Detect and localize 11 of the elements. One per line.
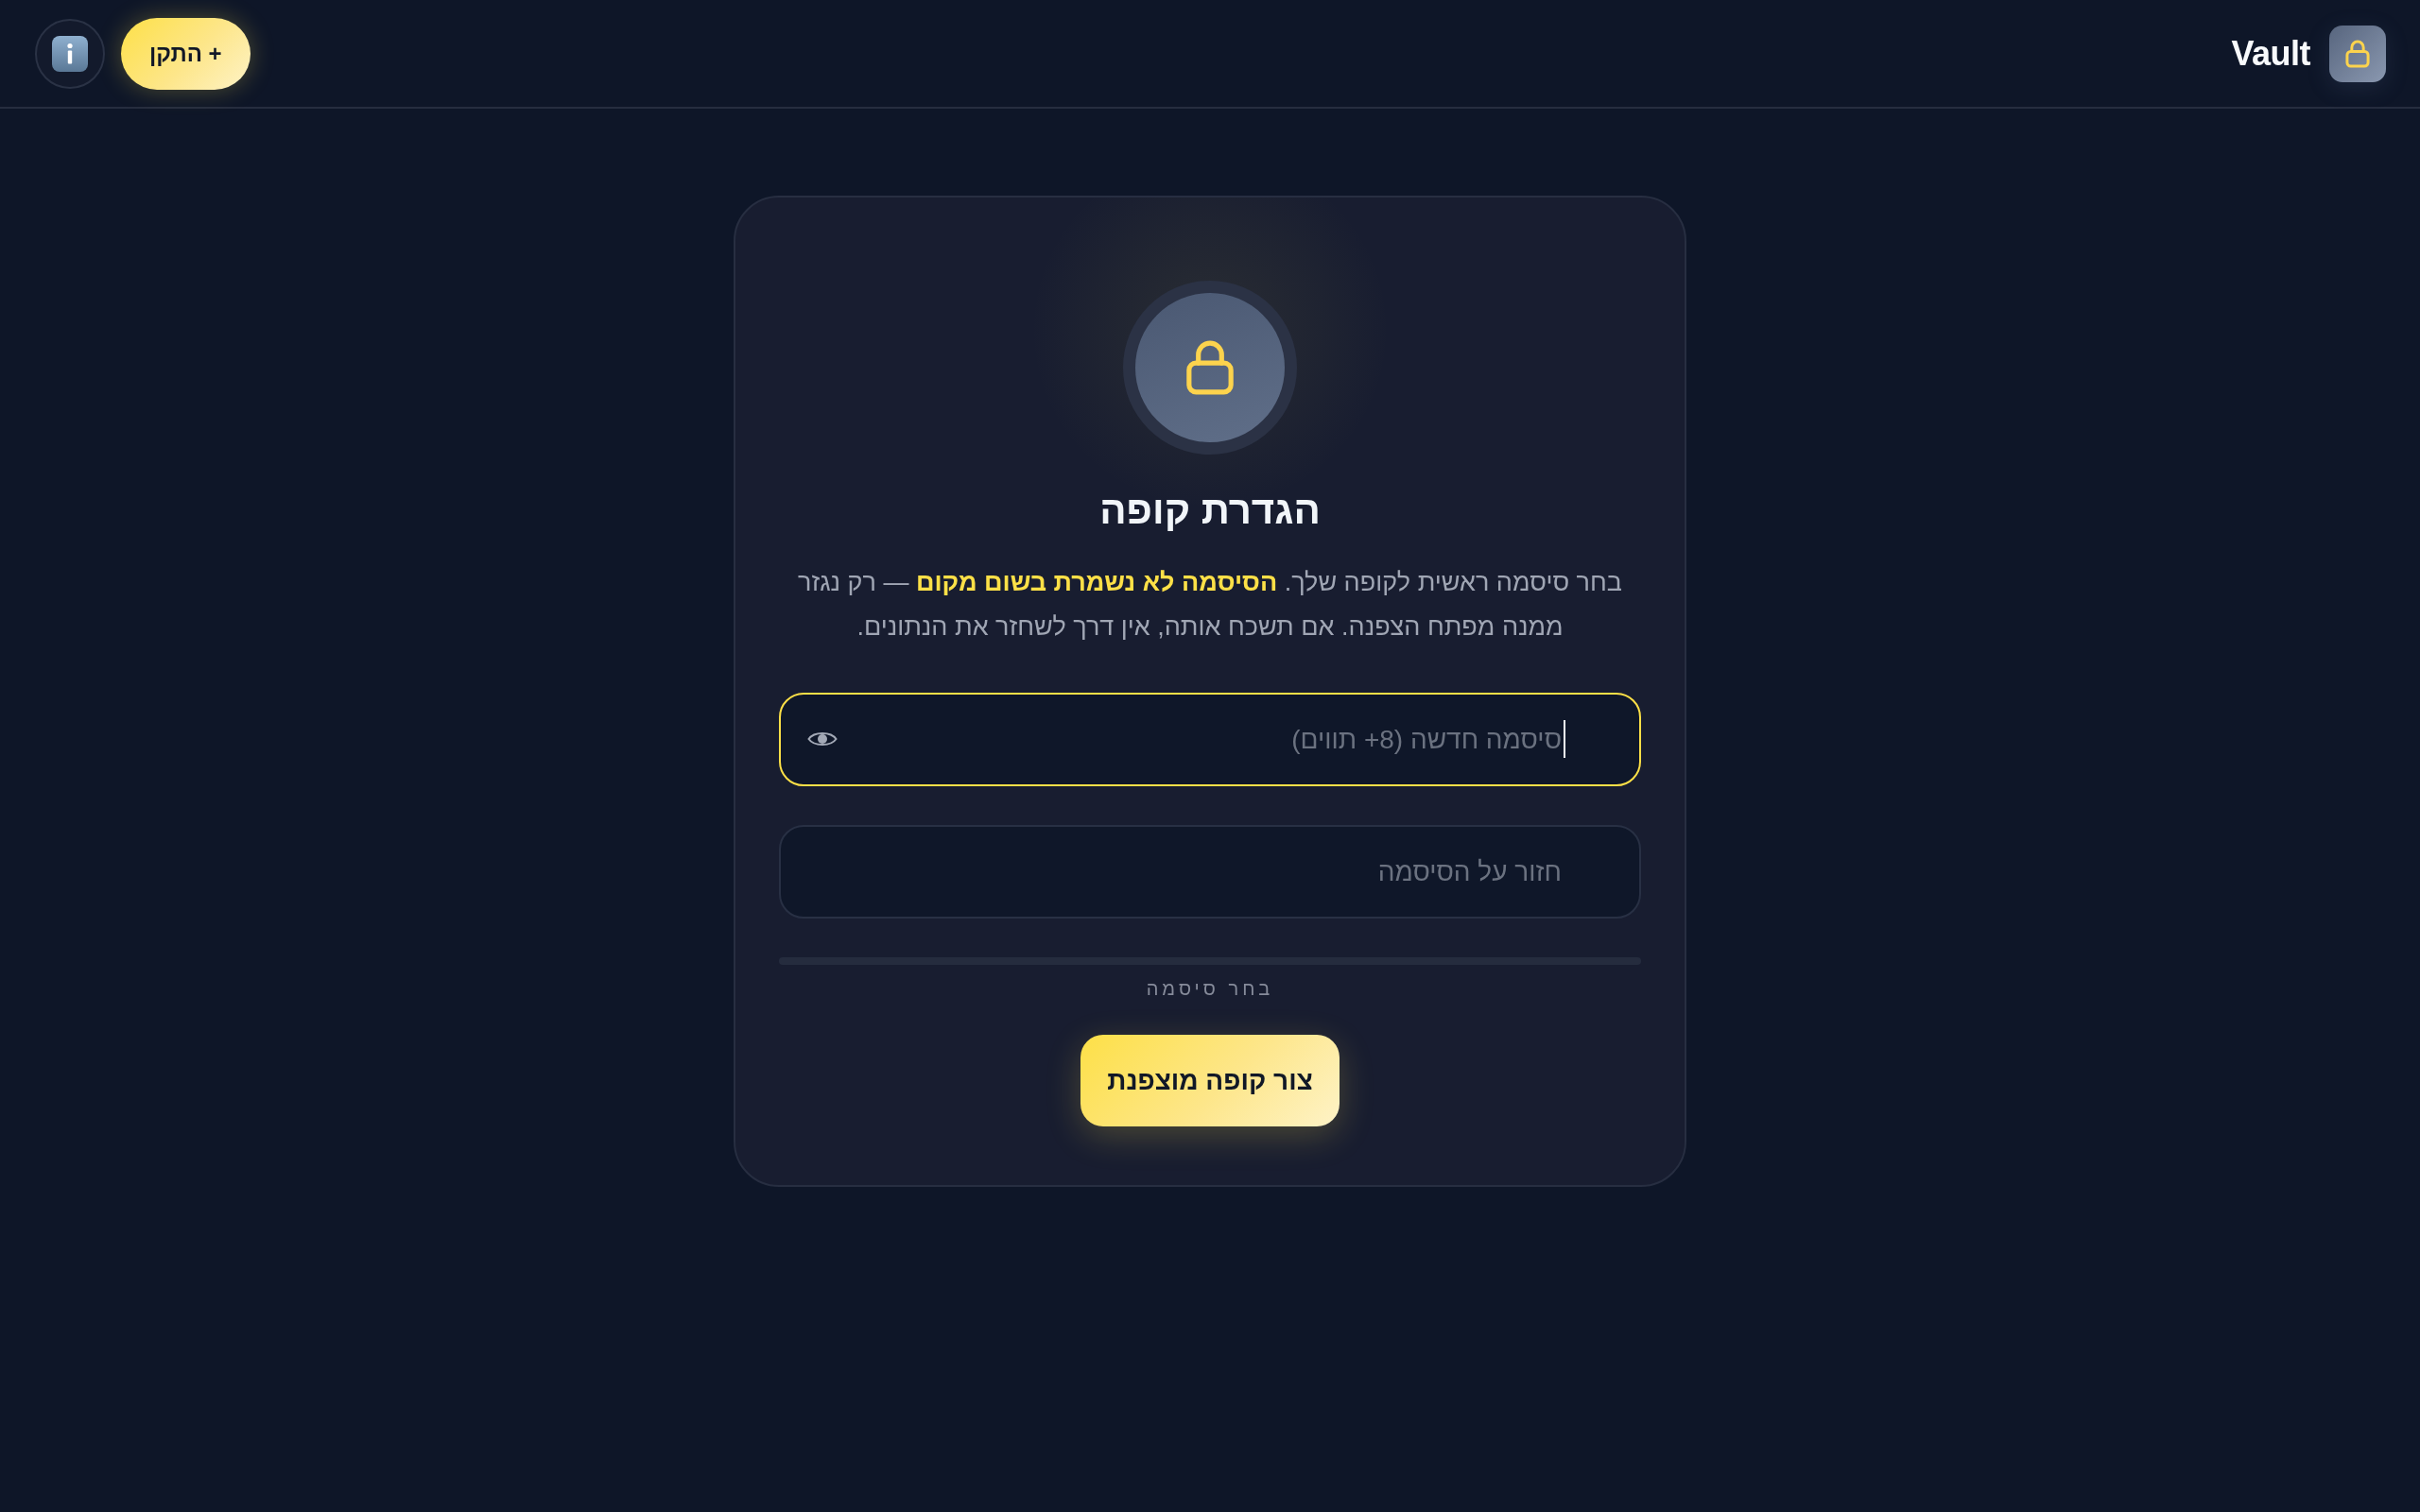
- install-button[interactable]: + התקן: [121, 17, 251, 90]
- strength-label: בחר סיסמה: [1146, 977, 1274, 1000]
- eye-icon[interactable]: [807, 730, 838, 748]
- description-text: בחר סיסמה ראשית לקופה שלך. הסיסמה לא נשמרת בשום מקום — רק נגזר ממנה מפתח הצפנה. אם תשכח אותה, אין דרך לשחזר את הנתונים.: [797, 567, 1623, 643]
- app-title: Vault: [2231, 33, 2310, 74]
- info-icon: [52, 35, 88, 72]
- text-cursor-icon: [1564, 720, 1565, 758]
- password-field[interactable]: חזור על הסיסמה: [779, 825, 1641, 919]
- lock-icon: [2329, 25, 2386, 82]
- create-vault-button[interactable]: צור קופה מוצפנת: [1080, 1035, 1340, 1126]
- card-title: הגדרת קופה: [1099, 487, 1321, 534]
